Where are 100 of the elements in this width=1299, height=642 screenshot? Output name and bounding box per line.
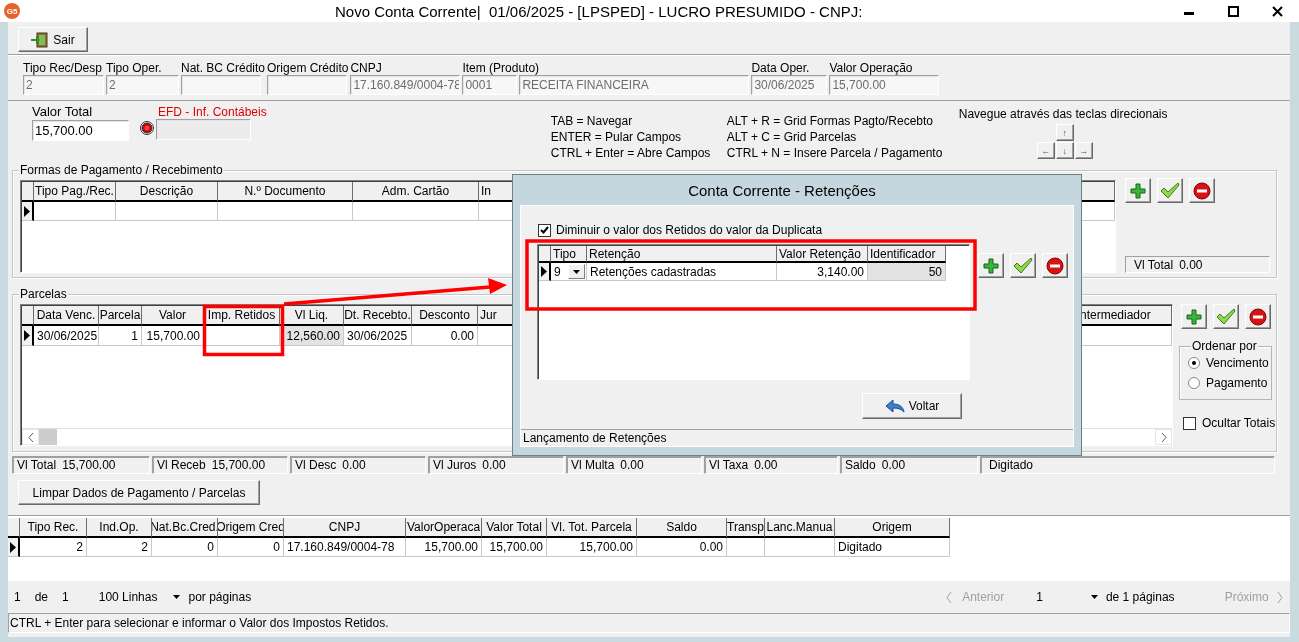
- group-title: Ordenar por: [1191, 339, 1258, 353]
- column-header[interactable]: Dt. Recebto.: [344, 306, 412, 326]
- column-header[interactable]: Nat.Bc.Cred.: [152, 518, 218, 538]
- checkbox[interactable]: [538, 223, 551, 237]
- column-header[interactable]: Data Venc.: [34, 306, 99, 326]
- checkbox[interactable]: [1183, 416, 1196, 430]
- per-page-label: por páginas: [188, 590, 252, 604]
- radio-label: Pagamento: [1206, 375, 1268, 390]
- table-cell: Retenções cadastradas: [587, 263, 777, 281]
- dropdown-button[interactable]: [568, 264, 585, 279]
- page-dropdown[interactable]: 1: [1036, 590, 1098, 604]
- column-header[interactable]: Identificador: [868, 246, 946, 263]
- column-header[interactable]: CNPJ: [284, 518, 406, 538]
- table-cell: 17.160.849/0004-78: [284, 538, 406, 557]
- text-field[interactable]: 15,700.00: [32, 120, 129, 141]
- field-label: EFD - Inf. Contábeis: [158, 105, 267, 119]
- door-icon: [31, 31, 50, 48]
- clear-button[interactable]: Limpar Dados de Pagamento / Parcelas: [18, 480, 260, 505]
- table-cell: 2: [20, 538, 87, 557]
- arrow-key[interactable]: →: [1074, 142, 1093, 159]
- column-header[interactable]: Desconto: [412, 306, 478, 326]
- back-button[interactable]: Voltar: [862, 393, 962, 419]
- total-value: 0.00: [754, 458, 778, 472]
- table-cell: [727, 538, 765, 557]
- row-header[interactable]: [22, 326, 34, 346]
- scroll-right-button[interactable]: [1155, 429, 1172, 445]
- column-header[interactable]: Descrição: [116, 182, 218, 202]
- remove-button[interactable]: [1042, 253, 1068, 278]
- column-header[interactable]: Vl Liq.: [280, 306, 344, 326]
- column-header[interactable]: Tipo: [551, 246, 587, 263]
- group-title: Formas de Pagamento / Recebimento: [19, 163, 224, 177]
- column-header[interactable]: Ind.Op.: [87, 518, 152, 538]
- text-field[interactable]: 2: [106, 75, 179, 95]
- column-header[interactable]: Tipo Pag./Rec.: [34, 182, 116, 202]
- column-header[interactable]: Lanc.Manua: [765, 518, 835, 538]
- column-header[interactable]: Valor Retenção: [777, 246, 868, 263]
- column-header[interactable]: Parcela: [99, 306, 142, 326]
- text-field[interactable]: [181, 75, 261, 95]
- radio-button[interactable]: [1188, 356, 1200, 369]
- navigation-hint: Navegue através das teclas direcionais: [958, 107, 1169, 121]
- chevron-right-icon: [1276, 591, 1283, 603]
- add-button[interactable]: [978, 253, 1004, 278]
- exit-button[interactable]: Sair: [18, 27, 88, 52]
- add-button[interactable]: [1181, 304, 1207, 329]
- target-icon[interactable]: [140, 121, 154, 135]
- text-field[interactable]: 15,700.00: [829, 75, 940, 95]
- column-header[interactable]: N.º Documento: [218, 182, 353, 202]
- table-cell: 30/06/2025: [34, 326, 99, 346]
- column-header[interactable]: Transp: [727, 518, 765, 538]
- field-label: Tipo Oper.: [106, 61, 163, 75]
- page-of-label: de: [34, 590, 49, 604]
- pages-label: de 1 páginas: [1105, 590, 1175, 604]
- radio-button[interactable]: [1188, 376, 1200, 389]
- column-header[interactable]: Retenção: [587, 246, 777, 263]
- page-count: 1: [62, 590, 69, 604]
- type-dropdown[interactable]: 9: [551, 263, 587, 281]
- column-header[interactable]: Valor Total: [482, 518, 547, 538]
- remove-button[interactable]: [1189, 178, 1215, 203]
- total-value: 15,700.00: [62, 458, 116, 472]
- confirm-button[interactable]: [1157, 178, 1183, 203]
- row-header[interactable]: [539, 263, 551, 281]
- confirm-button[interactable]: [1213, 304, 1239, 329]
- column-header[interactable]: Vl. Tot. Parcela: [547, 518, 637, 538]
- page-size-dropdown[interactable]: 100 Linhas: [98, 590, 181, 604]
- minus-icon: [1046, 256, 1064, 275]
- total-label: Vl Desc: [295, 458, 337, 472]
- column-header[interactable]: ValorOperaca: [406, 518, 482, 538]
- field-label: Data Oper.: [751, 61, 811, 75]
- table-cell: 1: [99, 326, 142, 346]
- text-field[interactable]: 30/06/2025: [751, 75, 828, 95]
- total-label: Vl Receb: [157, 458, 206, 472]
- plus-icon: [1186, 308, 1202, 325]
- field-label: Origem Crédito: [267, 61, 349, 75]
- remove-button[interactable]: [1245, 304, 1271, 329]
- scroll-left-button[interactable]: [22, 429, 39, 445]
- text-field[interactable]: RECEITA FINANCEIRA: [519, 75, 750, 95]
- column-header[interactable]: Valor: [142, 306, 204, 326]
- text-field[interactable]: [156, 119, 251, 140]
- arrow-key[interactable]: ↑: [1055, 124, 1074, 141]
- total-label: Vl Total: [1134, 257, 1174, 272]
- text-field[interactable]: 2: [23, 75, 104, 95]
- grid-corner: [8, 518, 20, 538]
- text-field[interactable]: 0001: [462, 75, 518, 95]
- field-label: Valor Total: [32, 105, 94, 120]
- column-header[interactable]: Tipo Rec.: [20, 518, 87, 538]
- row-header[interactable]: [8, 538, 20, 557]
- total-value: 0.00: [620, 458, 644, 472]
- plus-icon: [983, 257, 999, 274]
- row-header[interactable]: [22, 202, 34, 221]
- column-header[interactable]: Adm. Cartão: [353, 182, 479, 202]
- arrow-key[interactable]: ←: [1036, 142, 1055, 159]
- field-label: CNPJ: [350, 61, 383, 75]
- column-header[interactable]: Saldo: [637, 518, 727, 538]
- column-header[interactable]: Origem: [835, 518, 950, 538]
- add-button[interactable]: [1125, 178, 1151, 203]
- scroll-thumb[interactable]: [39, 429, 57, 445]
- chevron-right-icon: [1160, 432, 1167, 442]
- text-field[interactable]: [267, 75, 348, 95]
- arrow-key[interactable]: ↓: [1055, 142, 1074, 159]
- confirm-button[interactable]: [1010, 253, 1036, 278]
